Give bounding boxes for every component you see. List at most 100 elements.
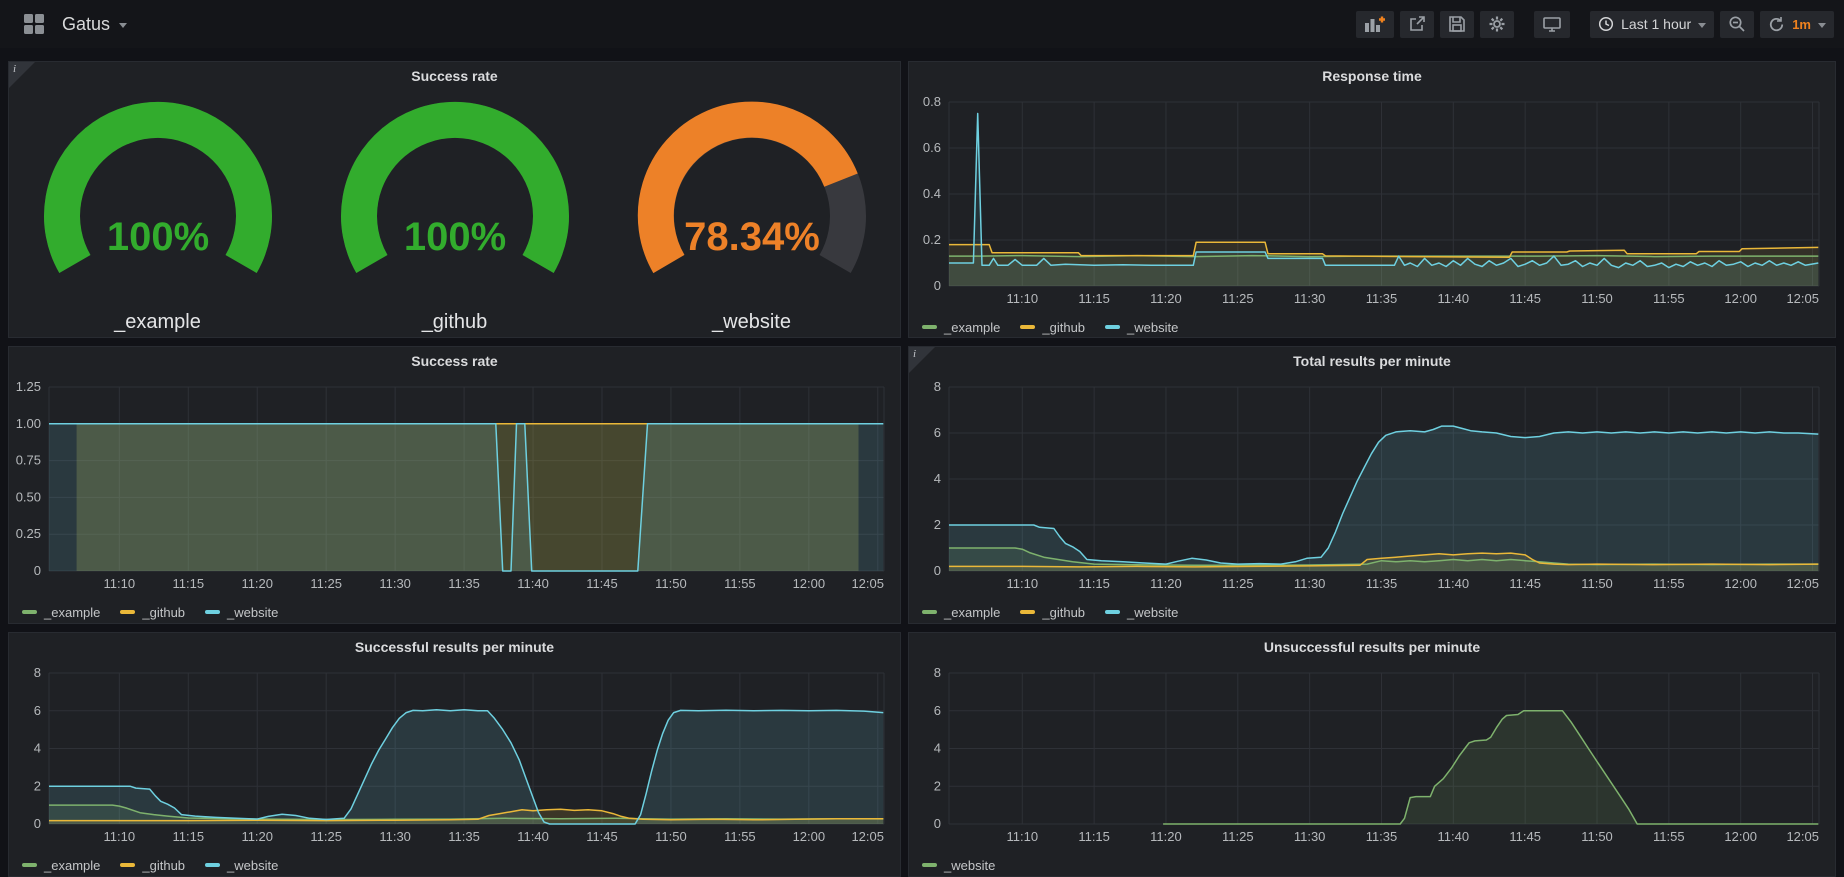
chart-legend: _example _github _website	[9, 853, 900, 877]
svg-text:11:10: 11:10	[1006, 829, 1038, 844]
panel-title[interactable]: Success rate	[9, 62, 900, 92]
svg-text:0.4: 0.4	[923, 186, 941, 201]
svg-text:12:00: 12:00	[1724, 291, 1757, 306]
svg-text:0: 0	[34, 563, 41, 578]
svg-text:1.00: 1.00	[16, 416, 41, 431]
svg-text:11:25: 11:25	[1222, 576, 1254, 591]
refresh-picker[interactable]: 1m	[1760, 11, 1834, 38]
settings-button[interactable]	[1480, 11, 1514, 38]
svg-text:4: 4	[934, 741, 941, 756]
svg-text:2: 2	[934, 517, 941, 532]
dashboard-title-button[interactable]: Gatus	[62, 14, 127, 35]
svg-text:11:40: 11:40	[1438, 576, 1470, 591]
svg-text:11:25: 11:25	[1222, 829, 1254, 844]
legend-label: _website	[1127, 605, 1178, 620]
caret-down-icon	[1818, 23, 1826, 28]
gauge-value: 100%	[403, 215, 505, 259]
add-panel-button[interactable]	[1356, 11, 1394, 38]
panel-title[interactable]: Successful results per minute	[9, 633, 900, 663]
legend-label: _example	[44, 605, 100, 620]
legend-item-_example[interactable]: _example	[22, 858, 100, 873]
gauge-value: 78.34%	[684, 215, 820, 259]
svg-text:11:35: 11:35	[1366, 829, 1398, 844]
svg-text:11:15: 11:15	[172, 576, 204, 591]
time-range-picker[interactable]: Last 1 hour	[1590, 11, 1714, 38]
svg-text:0.50: 0.50	[16, 489, 41, 504]
legend-label: _website	[1127, 320, 1178, 335]
grafana-logo-icon[interactable]	[24, 14, 44, 34]
svg-text:11:15: 11:15	[1078, 576, 1110, 591]
chart-legend: _example _github _website	[9, 600, 900, 624]
legend-item-_website[interactable]: _website	[1105, 320, 1178, 335]
share-button[interactable]	[1400, 11, 1434, 38]
svg-text:0: 0	[934, 563, 941, 578]
svg-text:12:05: 12:05	[851, 829, 884, 844]
svg-text:8: 8	[934, 379, 941, 394]
svg-text:11:45: 11:45	[1509, 291, 1541, 306]
svg-text:11:25: 11:25	[310, 829, 342, 844]
legend-item-_example[interactable]: _example	[922, 320, 1000, 335]
zoom-out-button[interactable]	[1720, 11, 1754, 38]
svg-text:11:40: 11:40	[517, 576, 549, 591]
response-time-chart[interactable]: 00.20.40.60.811:1011:1511:2011:2511:3011…	[909, 92, 1833, 310]
svg-text:11:45: 11:45	[1509, 576, 1541, 591]
legend-item-_github[interactable]: _github	[120, 858, 185, 873]
legend-item-_github[interactable]: _github	[1020, 605, 1085, 620]
legend-dash-icon	[922, 863, 937, 867]
panel-title[interactable]: Unsuccessful results per minute	[909, 633, 1835, 663]
legend-dash-icon	[205, 863, 220, 867]
svg-text:11:55: 11:55	[1653, 576, 1685, 591]
legend-item-_website[interactable]: _website	[205, 605, 278, 620]
panel-title[interactable]: Response time	[909, 62, 1835, 92]
successful-results-chart[interactable]: 0246811:1011:1511:2011:2511:3011:3511:40…	[9, 663, 898, 848]
svg-text:0.8: 0.8	[923, 94, 941, 109]
svg-text:11:50: 11:50	[655, 576, 687, 591]
svg-text:2: 2	[34, 778, 41, 793]
legend-dash-icon	[205, 610, 220, 614]
svg-text:11:15: 11:15	[1078, 291, 1110, 306]
legend-label: _website	[944, 858, 995, 873]
chart-legend: _website	[909, 853, 1835, 877]
refresh-interval-label: 1m	[1792, 17, 1811, 32]
svg-text:11:55: 11:55	[1653, 291, 1685, 306]
svg-text:11:50: 11:50	[1581, 829, 1613, 844]
panel-success-rate-graph: Success rate 00.250.500.751.001.2511:101…	[8, 346, 901, 624]
legend-dash-icon	[922, 325, 937, 329]
legend-item-_website[interactable]: _website	[205, 858, 278, 873]
total-results-chart[interactable]: 0246811:1011:1511:2011:2511:3011:3511:40…	[909, 377, 1833, 595]
success-rate-chart[interactable]: 00.250.500.751.001.2511:1011:1511:2011:2…	[9, 377, 898, 595]
legend-item-_github[interactable]: _github	[120, 605, 185, 620]
panel-title[interactable]: Success rate	[9, 347, 900, 377]
info-corner-icon[interactable]: i	[9, 62, 35, 88]
add-panel-icon	[1364, 15, 1386, 33]
svg-text:0.25: 0.25	[16, 526, 41, 541]
legend-label: _website	[227, 858, 278, 873]
svg-text:0: 0	[934, 816, 941, 831]
legend-dash-icon	[22, 610, 37, 614]
monitor-icon	[1542, 15, 1562, 33]
svg-text:11:40: 11:40	[1438, 829, 1470, 844]
svg-text:11:30: 11:30	[1294, 829, 1326, 844]
svg-text:12:05: 12:05	[851, 576, 884, 591]
legend-item-_website[interactable]: _website	[1105, 605, 1178, 620]
save-button[interactable]	[1440, 11, 1474, 38]
svg-text:11:55: 11:55	[1653, 829, 1685, 844]
unsuccessful-results-chart[interactable]: 0246811:1011:1511:2011:2511:3011:3511:40…	[909, 663, 1833, 848]
legend-dash-icon	[1020, 610, 1035, 614]
svg-text:12:05: 12:05	[1786, 291, 1819, 306]
svg-text:11:40: 11:40	[517, 829, 549, 844]
legend-dash-icon	[1020, 325, 1035, 329]
cycle-view-button[interactable]	[1534, 11, 1570, 38]
svg-text:11:35: 11:35	[1366, 291, 1398, 306]
svg-text:11:10: 11:10	[104, 576, 136, 591]
legend-item-_github[interactable]: _github	[1020, 320, 1085, 335]
legend-item-_example[interactable]: _example	[22, 605, 100, 620]
legend-item-_website[interactable]: _website	[922, 858, 995, 873]
info-corner-icon[interactable]: i	[909, 347, 935, 373]
legend-dash-icon	[22, 863, 37, 867]
legend-dash-icon	[120, 863, 135, 867]
svg-text:11:35: 11:35	[448, 576, 480, 591]
svg-text:11:45: 11:45	[586, 576, 618, 591]
panel-title[interactable]: Total results per minute	[909, 347, 1835, 377]
legend-item-_example[interactable]: _example	[922, 605, 1000, 620]
